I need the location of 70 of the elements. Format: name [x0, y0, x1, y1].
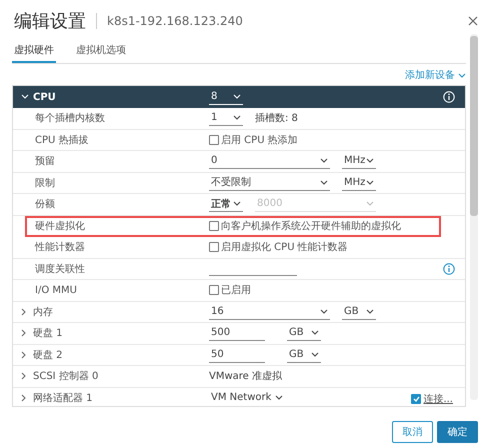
setting-label: 调度关联性: [35, 262, 85, 276]
network-dropdown[interactable]: VM Network: [209, 390, 286, 406]
checkbox-label: 启用 CPU 热添加: [221, 134, 298, 147]
setting-label: 性能计数器: [35, 240, 85, 254]
chevron-down-icon: [320, 308, 328, 314]
socket-count-text: 插槽数: 8: [255, 112, 298, 126]
chevron-down-icon: [320, 158, 328, 164]
chevron-right-icon[interactable]: [21, 329, 27, 338]
setting-label: 限制: [35, 176, 55, 190]
checkbox[interactable]: [209, 242, 219, 252]
unit-dropdown[interactable]: GB: [287, 325, 321, 342]
tab[interactable]: 虚拟硬件: [12, 38, 56, 63]
unit-dropdown[interactable]: GB: [287, 346, 321, 363]
vm-name: k8s1-192.168.123.240: [107, 14, 244, 28]
dropdown[interactable]: 1: [209, 110, 243, 126]
setting-label: 预留: [35, 155, 55, 168]
cpu-label: CPU: [33, 92, 56, 102]
setting-label: 硬盘 1: [33, 327, 63, 340]
add-device-link[interactable]: 添加新设备: [405, 68, 466, 82]
chevron-down-icon[interactable]: [21, 94, 29, 100]
setting-label: 份额: [35, 198, 55, 212]
setting-label: 硬件虚拟化: [35, 220, 85, 233]
chevron-down-icon: [233, 201, 241, 206]
checkbox[interactable]: [209, 220, 219, 231]
input-field[interactable]: 50: [209, 346, 265, 363]
close-icon[interactable]: [468, 16, 478, 26]
chevron-down-icon: [320, 180, 328, 185]
scrollbar[interactable]: [470, 34, 478, 400]
chevron-down-icon: [458, 72, 466, 78]
checkbox[interactable]: [209, 134, 219, 145]
setting-label: 内存: [33, 306, 53, 319]
connect-link[interactable]: 连接...: [423, 392, 453, 406]
checkbox-label: 已启用: [221, 284, 251, 298]
chevron-right-icon[interactable]: [21, 350, 27, 359]
chevron-down-icon: [366, 158, 374, 164]
tab[interactable]: 虚拟机选项: [74, 38, 128, 63]
setting-label: I/O MMU: [35, 284, 77, 296]
chevron-right-icon[interactable]: [21, 394, 27, 402]
setting-label: 每个插槽内核数: [35, 112, 105, 126]
dropdown[interactable]: 0: [209, 153, 330, 170]
ok-button[interactable]: 确定: [437, 421, 478, 443]
chevron-right-icon[interactable]: [21, 372, 27, 380]
chevron-down-icon: [311, 352, 319, 357]
setting-label: 硬盘 2: [33, 348, 63, 362]
input-field[interactable]: 500: [209, 325, 265, 342]
setting-label: CPU 热插拔: [35, 134, 89, 147]
setting-label: 网络适配器 1: [33, 392, 93, 405]
dropdown[interactable]: 16: [209, 304, 330, 320]
checkbox[interactable]: [209, 285, 219, 296]
checkbox-label: 向客户机操作系统公开硬件辅助的虚拟化: [221, 220, 401, 233]
unit-dropdown[interactable]: MHz: [342, 153, 376, 170]
dropdown[interactable]: 不受限制: [209, 174, 330, 191]
chevron-down-icon: [366, 201, 374, 206]
cpu-dropdown[interactable]: 8: [209, 89, 243, 105]
setting-label: SCSI 控制器 0: [33, 370, 98, 384]
chevron-down-icon: [233, 94, 241, 99]
value-text: VMware 准虚拟: [209, 370, 282, 384]
chevron-down-icon: [275, 395, 284, 400]
dropdown[interactable]: 正常: [209, 196, 243, 212]
unit-dropdown[interactable]: MHz: [342, 174, 376, 191]
dialog-title: 编辑设置: [14, 10, 86, 33]
unit-dropdown[interactable]: GB: [342, 304, 376, 320]
chevron-down-icon: [366, 180, 374, 185]
checkbox-label: 启用虚拟化 CPU 性能计数器: [221, 240, 348, 254]
cancel-button[interactable]: 取消: [392, 421, 433, 443]
chevron-right-icon[interactable]: [21, 308, 27, 316]
chevron-down-icon: [366, 308, 374, 314]
chevron-down-icon: [311, 330, 319, 336]
checkbox[interactable]: [411, 394, 422, 404]
chevron-down-icon: [233, 115, 241, 120]
